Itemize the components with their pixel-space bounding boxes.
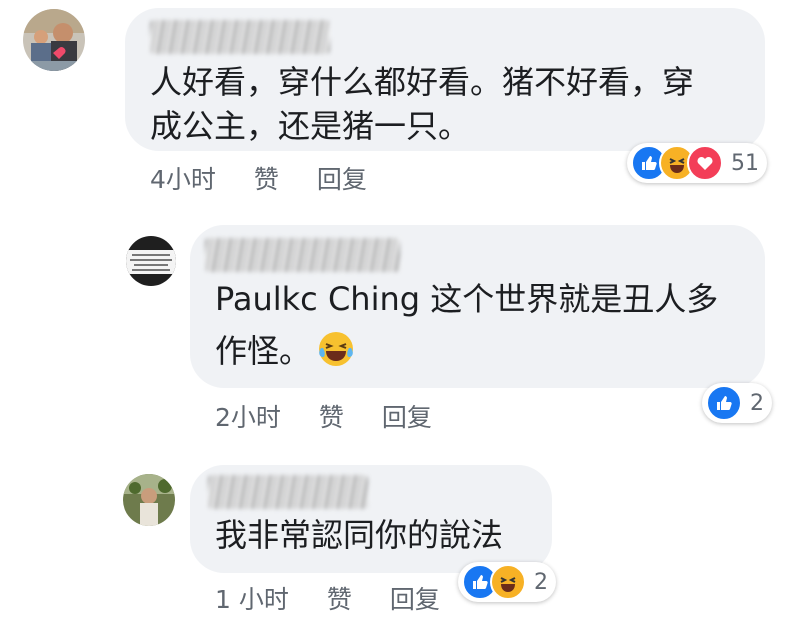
avatar[interactable] <box>123 474 175 526</box>
avatar[interactable] <box>126 236 176 286</box>
timestamp[interactable]: 4小时 <box>150 160 216 196</box>
like-icon <box>706 385 742 421</box>
like-link[interactable]: 赞 <box>327 580 352 616</box>
reaction-count: 51 <box>731 150 759 176</box>
reply-link[interactable]: 回复 <box>382 398 432 434</box>
comment-text: 作怪。 <box>215 332 312 370</box>
reaction-summary[interactable]: 51 <box>627 143 767 183</box>
avatar[interactable] <box>23 9 85 71</box>
comment-meta: 1 小时 赞 回复 <box>215 580 440 616</box>
reaction-count: 2 <box>534 569 548 595</box>
comment-text-line: 人好看，穿什么都好看。猪不好看，穿 <box>150 63 695 101</box>
comment-text-line: Paulkc Ching 这个世界就是丑人多 <box>215 276 718 322</box>
comment-meta: 4小时 赞 回复 <box>150 160 367 196</box>
reply-link[interactable]: 回复 <box>390 580 440 616</box>
timestamp[interactable]: 1 小时 <box>215 580 289 616</box>
tears-of-joy-emoji <box>319 332 354 366</box>
author-name-redacted[interactable] <box>150 20 330 54</box>
reaction-count: 2 <box>750 390 764 416</box>
like-link[interactable]: 赞 <box>319 398 344 434</box>
timestamp[interactable]: 2小时 <box>215 398 281 434</box>
like-link[interactable]: 赞 <box>254 160 279 196</box>
love-icon <box>687 145 723 181</box>
haha-icon <box>490 564 526 600</box>
comment-text: Paulkc Ching 这个世界就是丑人多 <box>215 280 719 318</box>
reaction-summary[interactable]: 2 <box>702 383 772 423</box>
comment-text-line: 我非常認同你的說法 <box>215 516 504 554</box>
author-name-redacted[interactable] <box>208 475 368 509</box>
author-name-redacted[interactable] <box>205 238 400 272</box>
comment-text-line: 作怪。 <box>215 328 355 374</box>
reply-link[interactable]: 回复 <box>317 160 367 196</box>
reaction-summary[interactable]: 2 <box>458 562 556 602</box>
comment-text-line: 成公主，还是猪一只。 <box>150 107 471 145</box>
comment-meta: 2小时 赞 回复 <box>215 398 432 434</box>
